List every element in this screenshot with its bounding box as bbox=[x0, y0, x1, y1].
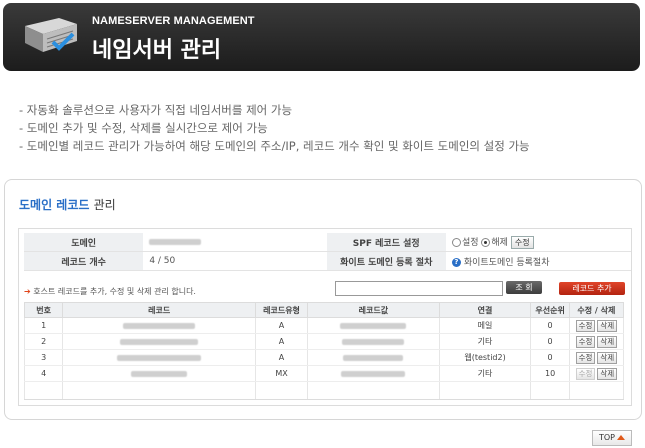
page-title: 네임서버 관리 bbox=[92, 38, 222, 63]
table-header-row: 번호 레코드 레코드유형 레코드값 연결 우선순위 수정 / 삭제 bbox=[23, 302, 625, 318]
panel-title-highlight: 도메인 레코드 bbox=[19, 198, 90, 212]
edit-button[interactable]: 수정 bbox=[575, 319, 596, 332]
table-row: 1 A 메일 0 수정 삭제 bbox=[23, 317, 625, 334]
description-line: - 자동화 솔루션으로 사용자가 직접 네임서버를 제어 가능 bbox=[19, 103, 293, 117]
arrow-icon: ➔ bbox=[24, 287, 31, 296]
spf-off-radio[interactable] bbox=[481, 238, 491, 247]
delete-button[interactable]: 삭제 bbox=[597, 367, 618, 380]
table-row: 2 A 기타 0 수정 삭제 bbox=[23, 333, 625, 350]
add-record-button[interactable]: 레코드 추가 bbox=[559, 282, 625, 295]
row-value bbox=[307, 333, 440, 350]
search-button[interactable]: 조 회 bbox=[506, 281, 542, 294]
spf-on-label: 설정 bbox=[461, 238, 479, 248]
top-button-label: TOP bbox=[598, 433, 615, 442]
domain-value bbox=[143, 233, 327, 252]
row-number: 2 bbox=[23, 333, 64, 350]
record-panel: 도메인 레코드 관리 도메인 SPF 레코드 설정 설정 해제 수정 레코드 개… bbox=[4, 179, 642, 420]
domain-info-table: 도메인 SPF 레코드 설정 설정 해제 수정 레코드 개수 4 / 50 화이… bbox=[24, 233, 631, 271]
delete-button[interactable]: 삭제 bbox=[597, 335, 618, 348]
white-domain-link[interactable]: 화이트도메인 등록절차 bbox=[464, 258, 550, 268]
row-priority: 0 bbox=[530, 349, 570, 366]
edit-button[interactable]: 수정 bbox=[575, 367, 596, 380]
row-value bbox=[307, 317, 440, 334]
domain-label: 도메인 bbox=[24, 233, 144, 252]
row-record bbox=[62, 349, 256, 366]
feature-description: - 자동화 솔루션으로 사용자가 직접 네임서버를 제어 가능 - 도메인 추가… bbox=[19, 101, 530, 155]
edit-button[interactable]: 수정 bbox=[575, 351, 596, 364]
row-actions: 수정 삭제 bbox=[568, 349, 625, 366]
row-link: 기타 bbox=[438, 365, 532, 382]
delete-button[interactable]: 삭제 bbox=[597, 319, 618, 332]
server-icon bbox=[25, 18, 77, 52]
row-record bbox=[62, 333, 256, 350]
col-value: 레코드값 bbox=[307, 302, 440, 318]
col-number: 번호 bbox=[23, 302, 64, 318]
table-row: 3 A 웹(testid2) 0 수정 삭제 bbox=[23, 349, 625, 366]
help-icon: ? bbox=[451, 257, 461, 267]
row-record bbox=[62, 365, 256, 382]
header-subtitle: NAMESERVER MANAGEMENT bbox=[92, 15, 255, 27]
panel-title: 도메인 레코드 관리 bbox=[19, 196, 116, 213]
spf-on-radio[interactable] bbox=[451, 238, 461, 247]
row-priority: 10 bbox=[530, 365, 570, 382]
spf-label: SPF 레코드 설정 bbox=[326, 233, 446, 252]
row-link: 웹(testid2) bbox=[438, 349, 532, 366]
row-actions: 수정 삭제 bbox=[568, 317, 625, 334]
panel-title-rest: 관리 bbox=[93, 198, 116, 212]
row-type: MX bbox=[254, 365, 309, 382]
row-link: 메일 bbox=[438, 317, 532, 334]
description-line: - 도메인별 레코드 관리가 가능하여 해당 도메인의 주소/IP, 레코드 개… bbox=[19, 139, 530, 153]
row-value bbox=[307, 365, 440, 382]
white-domain-label: 화이트 도메인 등록 절차 bbox=[326, 251, 446, 271]
row-number: 4 bbox=[23, 365, 64, 382]
row-actions: 수정 삭제 bbox=[568, 333, 625, 350]
col-link: 연결 bbox=[438, 302, 532, 318]
top-button[interactable]: TOP bbox=[592, 430, 632, 446]
col-priority: 우선순위 bbox=[530, 302, 570, 318]
spf-off-label: 해제 bbox=[491, 238, 508, 248]
row-number: 3 bbox=[23, 349, 64, 366]
notice-text: 호스트 레코드를 추가, 수정 및 삭제 관리 합니다. bbox=[33, 287, 196, 296]
row-type: A bbox=[254, 317, 309, 334]
col-type: 레코드유형 bbox=[254, 302, 309, 318]
row-type: A bbox=[254, 349, 309, 366]
description-line: - 도메인 추가 및 수정, 삭제를 실시간으로 제어 가능 bbox=[19, 121, 268, 135]
search-input[interactable] bbox=[335, 281, 503, 296]
row-link: 기타 bbox=[438, 333, 532, 350]
record-notice: ➔ 호스트 레코드를 추가, 수정 및 삭제 관리 합니다. bbox=[24, 286, 196, 297]
arrow-up-icon bbox=[617, 435, 625, 440]
white-domain-cell: ? 화이트도메인 등록절차 bbox=[445, 251, 631, 271]
table-row bbox=[23, 381, 625, 400]
edit-button[interactable]: 수정 bbox=[575, 335, 596, 348]
row-value bbox=[307, 349, 440, 366]
spf-modify-button[interactable]: 수정 bbox=[510, 236, 534, 249]
spf-setting: 설정 해제 수정 bbox=[445, 233, 631, 252]
row-number: 1 bbox=[23, 317, 64, 334]
record-count-value: 4 / 50 bbox=[143, 251, 327, 271]
row-record bbox=[62, 317, 256, 334]
record-container: 도메인 SPF 레코드 설정 설정 해제 수정 레코드 개수 4 / 50 화이… bbox=[18, 228, 632, 406]
col-record: 레코드 bbox=[62, 302, 256, 318]
table-row: 4 MX 기타 10 수정 삭제 bbox=[23, 365, 625, 382]
page-header: NAMESERVER MANAGEMENT 네임서버 관리 bbox=[3, 3, 640, 71]
records-table: 번호 레코드 레코드유형 레코드값 연결 우선순위 수정 / 삭제 1 A 메일… bbox=[23, 302, 625, 400]
row-actions: 수정 삭제 bbox=[568, 365, 625, 382]
delete-button[interactable]: 삭제 bbox=[597, 351, 618, 364]
row-priority: 0 bbox=[530, 333, 570, 350]
record-count-label: 레코드 개수 bbox=[24, 251, 144, 271]
row-type: A bbox=[254, 333, 309, 350]
row-priority: 0 bbox=[530, 317, 570, 334]
col-actions: 수정 / 삭제 bbox=[568, 302, 625, 318]
